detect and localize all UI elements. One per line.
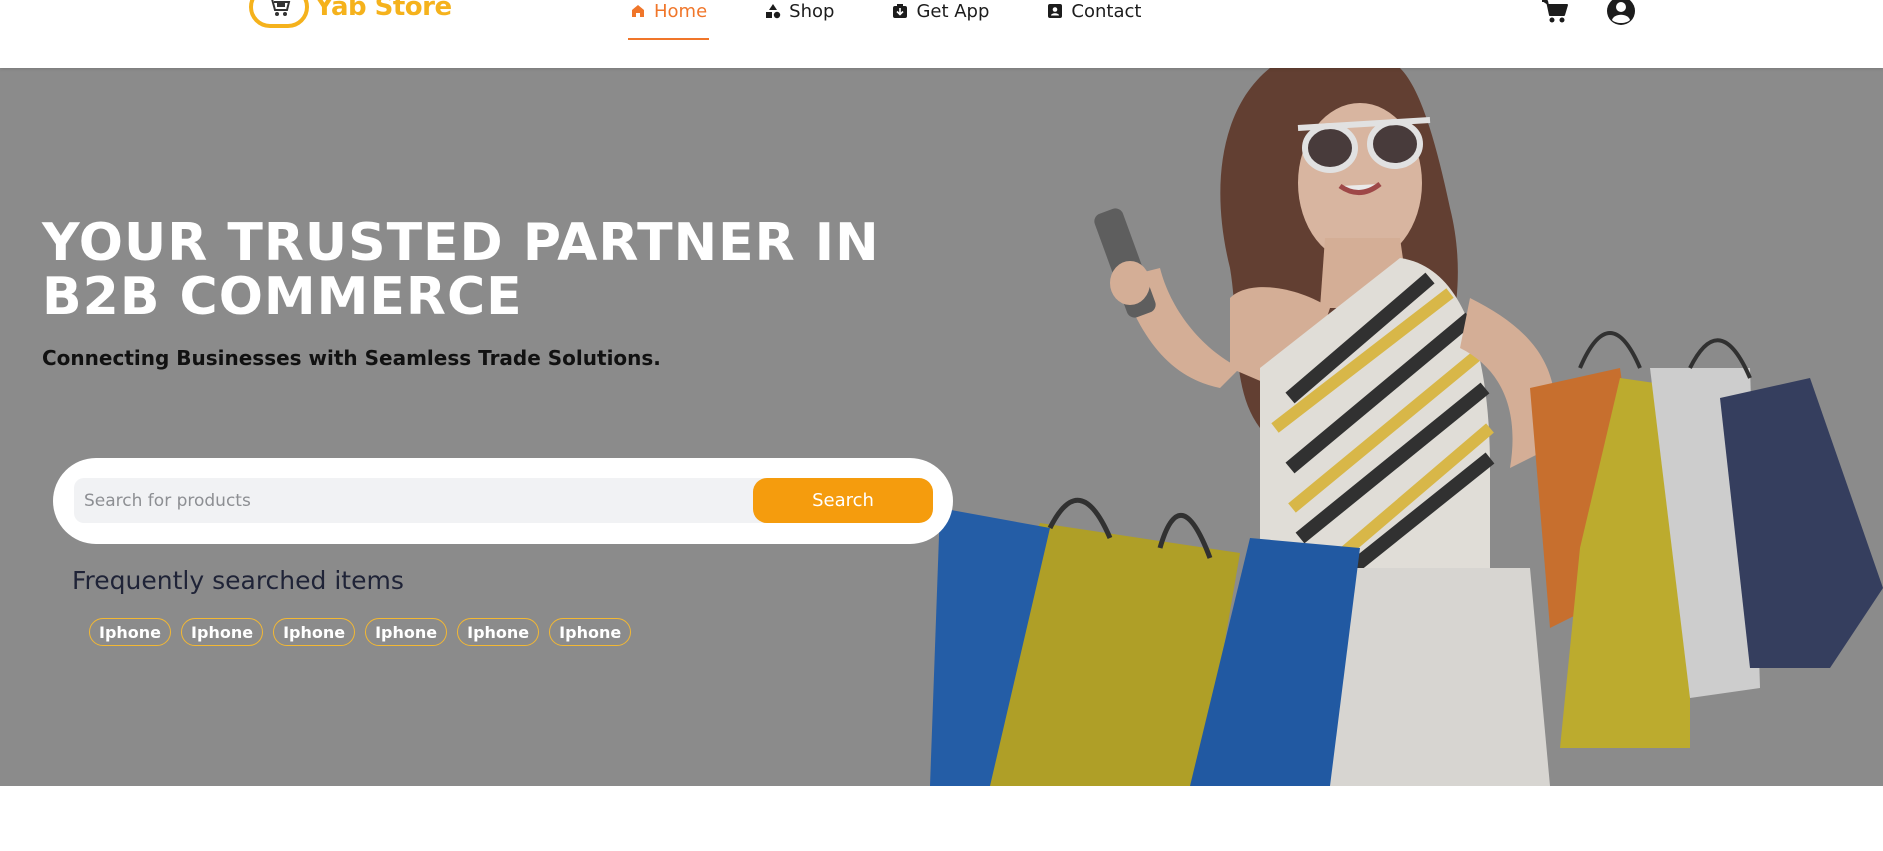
nav-contact[interactable]: Contact <box>1045 0 1143 22</box>
cart-icon <box>1542 0 1568 23</box>
account-button[interactable] <box>1606 0 1636 26</box>
user-account-icon <box>1607 0 1635 25</box>
search-tag[interactable]: Iphone <box>181 618 264 646</box>
search-button[interactable]: Search <box>753 478 933 523</box>
shapes-icon <box>766 4 781 19</box>
home-icon <box>632 5 644 17</box>
frequent-search-tags: Iphone Iphone Iphone Iphone Iphone Iphon… <box>89 618 641 646</box>
cart-logo-icon <box>249 0 309 28</box>
search-tag[interactable]: Iphone <box>365 618 448 646</box>
app-download-icon <box>893 4 908 18</box>
product-search-input[interactable] <box>74 478 774 523</box>
active-nav-indicator <box>628 38 710 40</box>
nav-home[interactable]: Home <box>628 0 709 22</box>
search-tag[interactable]: Iphone <box>457 618 540 646</box>
brand-name: Yab Store <box>315 0 452 22</box>
nav-shop-label: Shop <box>789 0 835 22</box>
hero-title: YOUR TRUSTED PARTNER IN B2B COMMERCE <box>42 213 880 327</box>
search-tag[interactable]: Iphone <box>549 618 632 646</box>
nav-actions <box>1540 0 1636 26</box>
contact-card-icon <box>1048 4 1063 18</box>
frequent-searches-title: Frequently searched items <box>72 566 404 595</box>
woman-with-shopping-bags-image <box>930 68 1883 786</box>
nav-home-wrap: Home <box>628 0 710 40</box>
nav-getapp-wrap: Get App <box>890 0 991 40</box>
nav-shop-wrap: Shop <box>763 0 836 40</box>
search-container: Search <box>53 458 953 544</box>
cart-button[interactable] <box>1540 0 1570 26</box>
search-tag[interactable]: Iphone <box>89 618 172 646</box>
nav-contact-wrap: Contact <box>1045 0 1143 40</box>
hero-banner: YOUR TRUSTED PARTNER IN B2B COMMERCE Con… <box>0 68 1883 786</box>
nav-contact-label: Contact <box>1071 0 1142 22</box>
hero-subtitle: Connecting Businesses with Seamless Trad… <box>42 346 661 370</box>
nav-get-app-label: Get App <box>916 0 990 22</box>
nav-get-app[interactable]: Get App <box>890 0 991 22</box>
nav-home-label: Home <box>654 0 708 22</box>
top-navbar: Yab Store Home Shop Get App Contact <box>0 0 1883 68</box>
brand-logo[interactable]: Yab Store <box>249 0 452 28</box>
nav-shop[interactable]: Shop <box>763 0 836 22</box>
search-tag[interactable]: Iphone <box>273 618 356 646</box>
main-nav: Home Shop Get App Contact <box>628 0 1197 40</box>
